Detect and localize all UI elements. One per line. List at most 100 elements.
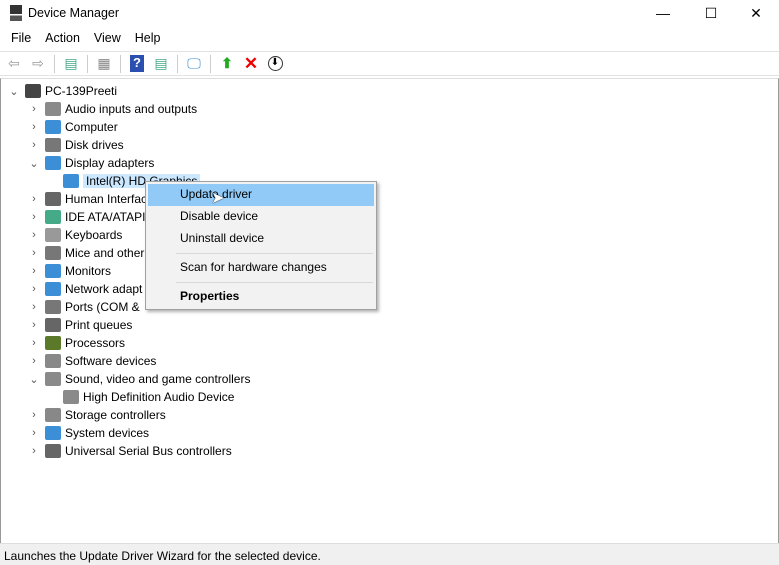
tree-item[interactable]: › Print queues bbox=[27, 316, 132, 334]
tree-item-label: Storage controllers bbox=[65, 408, 166, 422]
help-icon[interactable]: ? bbox=[127, 54, 147, 74]
tree-item-label: Computer bbox=[65, 120, 118, 134]
tree-item[interactable]: › Software devices bbox=[27, 352, 156, 370]
tree-item[interactable]: › Storage controllers bbox=[27, 406, 166, 424]
tree-item-label: Mice and other bbox=[65, 246, 145, 260]
show-hide-console-tree-icon[interactable]: ▤ bbox=[61, 54, 81, 74]
device-category-icon bbox=[45, 426, 61, 440]
tree-item-label: Software devices bbox=[65, 354, 157, 368]
tree-item[interactable]: ⌄ Display adapters bbox=[27, 154, 154, 172]
maximize-button[interactable]: ☐ bbox=[688, 0, 734, 26]
tree-item-label: Human Interfac bbox=[65, 192, 148, 206]
device-category-icon bbox=[45, 354, 61, 368]
tree-item-label: Ports (COM & bbox=[65, 300, 140, 314]
chevron-right-icon[interactable]: › bbox=[27, 103, 41, 115]
tree-item-label: Sound, video and game controllers bbox=[65, 372, 251, 386]
tree-item[interactable]: › Monitors bbox=[27, 262, 111, 280]
chevron-right-icon[interactable]: › bbox=[27, 409, 41, 421]
tree-item-label: Universal Serial Bus controllers bbox=[65, 444, 232, 458]
menu-file[interactable]: File bbox=[0, 28, 38, 48]
action-pane-icon[interactable]: ▤ bbox=[151, 54, 171, 74]
chevron-right-icon[interactable]: › bbox=[27, 121, 41, 133]
tree-item[interactable]: › Network adapt bbox=[27, 280, 142, 298]
chevron-right-icon[interactable]: › bbox=[27, 301, 41, 313]
menu-bar: File Action View Help bbox=[0, 28, 168, 48]
tree-item-label: Display adapters bbox=[65, 156, 155, 170]
chevron-right-icon[interactable]: › bbox=[27, 427, 41, 439]
menu-action[interactable]: Action bbox=[38, 28, 87, 48]
tree-item-label: Keyboards bbox=[65, 228, 123, 242]
tree-item[interactable]: › IDE ATA/ATAPI bbox=[27, 208, 145, 226]
menu-item-disable-device[interactable]: Disable device bbox=[148, 206, 374, 228]
device-tree[interactable]: ⌄ PC-139Preeti › Audio inputs and outputs › C… bbox=[0, 78, 779, 543]
toolbar: ⇦ ⇨ ▤ ▦ ? ▤ 🖵 ⬆ ✕ ⬇ bbox=[0, 51, 779, 76]
properties-icon[interactable]: ▦ bbox=[94, 54, 114, 74]
tree-item-label: Audio inputs and outputs bbox=[65, 102, 198, 116]
chevron-right-icon[interactable]: › bbox=[27, 247, 41, 259]
tree-item[interactable]: › Audio inputs and outputs bbox=[27, 100, 197, 118]
computer-icon bbox=[25, 84, 41, 98]
menu-view[interactable]: View bbox=[87, 28, 128, 48]
device-category-icon bbox=[45, 336, 61, 350]
context-menu: Update driver Disable device Uninstall d… bbox=[145, 181, 377, 310]
tree-item[interactable]: › Universal Serial Bus controllers bbox=[27, 442, 232, 460]
chevron-right-icon[interactable]: › bbox=[27, 445, 41, 457]
disable-icon[interactable]: ⬇ bbox=[265, 54, 285, 74]
device-category-icon bbox=[45, 102, 61, 116]
chevron-right-icon[interactable]: › bbox=[27, 319, 41, 331]
tree-item[interactable]: › Disk drives bbox=[27, 136, 124, 154]
device-manager-icon bbox=[10, 5, 22, 21]
menu-item-scan-hardware[interactable]: Scan for hardware changes bbox=[148, 257, 374, 279]
device-category-icon bbox=[45, 120, 61, 134]
tree-item[interactable]: › Human Interfac bbox=[27, 190, 147, 208]
tree-root[interactable]: ⌄ PC-139Preeti bbox=[7, 82, 117, 100]
tree-item-label: Network adapt bbox=[65, 282, 143, 296]
mouse-cursor-icon: ➤ bbox=[211, 190, 225, 207]
device-category-icon bbox=[45, 408, 61, 422]
tree-item[interactable]: › Computer bbox=[27, 118, 118, 136]
forward-icon[interactable]: ⇨ bbox=[28, 54, 48, 74]
uninstall-icon[interactable]: ✕ bbox=[241, 54, 261, 74]
chevron-right-icon[interactable]: › bbox=[27, 265, 41, 277]
tree-item[interactable]: › Keyboards bbox=[27, 226, 122, 244]
tree-item[interactable]: ⌄ Sound, video and game controllers bbox=[27, 370, 250, 388]
chevron-right-icon[interactable]: › bbox=[27, 139, 41, 151]
tree-item[interactable]: › Ports (COM & bbox=[27, 298, 140, 316]
tree-item-label: Disk drives bbox=[65, 138, 124, 152]
chevron-right-icon[interactable]: › bbox=[27, 193, 41, 205]
device-icon bbox=[63, 174, 79, 188]
back-icon[interactable]: ⇦ bbox=[4, 54, 24, 74]
device-category-icon bbox=[45, 156, 61, 170]
chevron-down-icon[interactable]: ⌄ bbox=[27, 373, 41, 386]
chevron-right-icon[interactable]: › bbox=[27, 229, 41, 241]
device-category-icon bbox=[45, 318, 61, 332]
device-category-icon bbox=[45, 138, 61, 152]
device-category-icon bbox=[45, 300, 61, 314]
chevron-down-icon[interactable]: ⌄ bbox=[7, 85, 21, 98]
chevron-right-icon[interactable]: › bbox=[27, 337, 41, 349]
close-button[interactable]: ✕ bbox=[733, 0, 779, 26]
device-category-icon bbox=[45, 372, 61, 386]
device-category-icon bbox=[45, 210, 61, 224]
menu-item-properties[interactable]: Properties bbox=[148, 286, 374, 308]
device-category-icon bbox=[45, 192, 61, 206]
tree-item[interactable]: › Processors bbox=[27, 334, 125, 352]
tree-device[interactable]: High Definition Audio Device bbox=[59, 388, 234, 406]
minimize-button[interactable]: — bbox=[640, 0, 686, 26]
chevron-down-icon[interactable]: ⌄ bbox=[27, 157, 41, 170]
menu-help[interactable]: Help bbox=[128, 28, 168, 48]
update-driver-icon[interactable]: ⬆ bbox=[217, 54, 237, 74]
tree-item[interactable]: › System devices bbox=[27, 424, 149, 442]
tree-item[interactable]: › Mice and other bbox=[27, 244, 144, 262]
device-category-icon bbox=[45, 282, 61, 296]
menu-item-uninstall-device[interactable]: Uninstall device bbox=[148, 228, 374, 250]
chevron-right-icon[interactable]: › bbox=[27, 355, 41, 367]
chevron-right-icon[interactable]: › bbox=[27, 211, 41, 223]
chevron-right-icon[interactable]: › bbox=[27, 283, 41, 295]
scan-hardware-icon[interactable]: 🖵 bbox=[184, 54, 204, 74]
menu-item-update-driver[interactable]: Update driver bbox=[148, 184, 374, 206]
device-icon bbox=[63, 390, 79, 404]
device-category-icon bbox=[45, 444, 61, 458]
menu-separator bbox=[176, 253, 373, 254]
device-category-icon bbox=[45, 228, 61, 242]
